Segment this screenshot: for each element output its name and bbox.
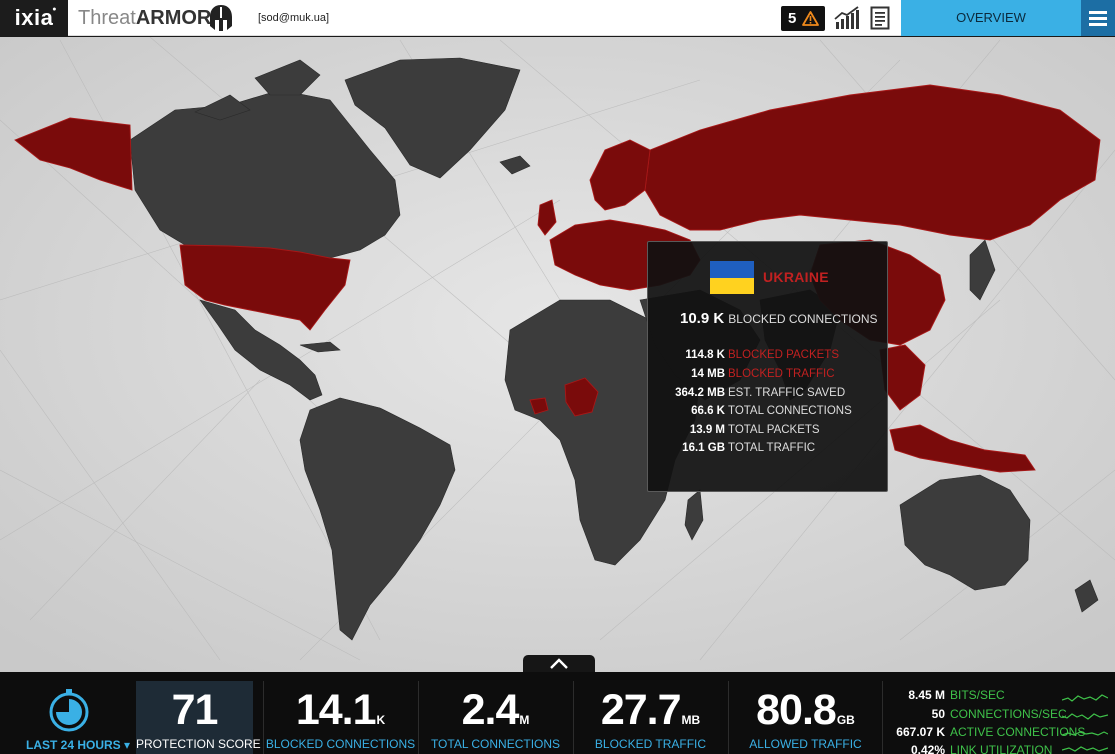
row-label: BLOCKED TRAFFIC [728,368,835,380]
row-value: 14 MB [691,368,725,380]
row-label: BLOCKED PACKETS [728,349,839,361]
account-label: [sod@muk.ua] [258,12,330,24]
product-name-bold: ARMOR [135,7,212,29]
row-value: 66.6 K [691,405,725,417]
logo-trademark: ● [52,6,57,13]
kpi-number: 14.1 [295,686,377,734]
kpi-number: 80.8 [756,686,837,734]
kpi-value: 2.4M [419,686,572,735]
tooltip-row-total-traffic: 16.1 GB TOTAL TRAFFIC [648,442,889,460]
alerts-button[interactable]: 5 [781,6,825,31]
row-value: 13.9 M [689,424,725,436]
menu-icon-bar [1089,23,1107,26]
tooltip-main-stat: 10.9 K BLOCKED CONNECTIONS [680,310,878,327]
world-map[interactable] [0,37,1115,672]
row-value: 16.1 GB [682,442,725,454]
sparkline-connections [1062,713,1108,720]
top-bar: ixia ● ThreatARMOR [sod@muk.ua] 5 OVERVI… [0,0,1115,36]
kpi-unit: MB [681,713,701,727]
tooltip-row-total-packets: 13.9 M TOTAL PACKETS [648,424,889,442]
live-value: 8.45 M [908,688,945,702]
chevron-up-icon [550,658,568,669]
live-label: LINK UTILIZATION [950,743,1053,754]
blocked-connections-label: BLOCKED CONNECTIONS [728,312,878,326]
country-tooltip: UKRAINE 10.9 K BLOCKED CONNECTIONS 114.8 … [647,241,888,492]
row-value: 114.8 K [685,349,725,361]
menu-icon-bar [1089,11,1107,14]
blocked-traffic-kpi[interactable]: 27.7MB BLOCKED TRAFFIC [574,672,727,754]
threat-armor-dashboard: ixia ● ThreatARMOR [sod@muk.ua] 5 OVERVI… [0,0,1115,754]
helmet-icon [210,5,232,31]
stats-footer: LAST 24 HOURS ▾ 71 PROTECTION SCORE 14.1… [0,672,1115,754]
row-label: TOTAL PACKETS [728,424,820,436]
live-label: CONNECTIONS/SEC [950,707,1067,721]
protection-score: 71 PROTECTION SCORE [136,672,261,754]
blocked-connections-value: 10.9 K [680,310,725,327]
warning-icon [802,11,819,26]
kpi-number: 2.4 [461,686,520,734]
kpi-unit: M [519,713,530,727]
live-value: 50 [931,707,945,721]
product-name-light: Threat [78,7,136,29]
world-map-canvas [0,37,1115,672]
row-label: TOTAL CONNECTIONS [728,405,852,417]
protection-score-label: PROTECTION SCORE [136,737,261,751]
kpi-value: 14.1K [264,686,417,735]
live-value: 667.07 K [896,725,945,739]
live-label: BITS/SEC [950,688,1005,702]
sparkline-bits [1062,694,1108,702]
kpi-unit: GB [836,713,855,727]
expand-panel-button[interactable] [523,655,595,673]
kpi-value: 27.7MB [574,686,727,735]
tooltip-row-blocked-traffic: 14 MB BLOCKED TRAFFIC [648,368,889,386]
kpi-label: BLOCKED TRAFFIC [594,737,707,751]
menu-icon-bar [1089,17,1107,20]
kpi-label: BLOCKED CONNECTIONS [265,737,416,751]
blocked-connections-kpi[interactable]: 14.1K BLOCKED CONNECTIONS [264,672,417,754]
ukraine-flag-icon [710,261,754,294]
ixia-logo[interactable]: ixia ● [0,0,68,36]
menu-icon[interactable] [1081,0,1115,36]
kpi-value: 80.8GB [729,686,882,735]
stopwatch-icon [49,689,89,732]
tooltip-row-traffic-saved: 364.2 MB EST. TRAFFIC SAVED [648,387,889,405]
report-icon[interactable] [870,6,890,30]
tooltip-row-blocked-packets: 114.8 K BLOCKED PACKETS [648,349,889,367]
alert-count: 5 [788,10,797,27]
kpi-unit: K [376,713,386,727]
flag-blue-stripe [710,261,754,278]
time-range-selector[interactable]: LAST 24 HOURS ▾ [26,738,130,752]
kpi-number: 27.7 [600,686,682,734]
kpi-label: TOTAL CONNECTIONS [430,737,561,751]
protection-score-value: 71 [171,686,219,734]
allowed-traffic-kpi[interactable]: 80.8GB ALLOWED TRAFFIC [729,672,882,754]
product-name: ThreatARMOR [78,0,211,36]
flag-yellow-stripe [710,277,754,294]
tooltip-row-total-connections: 66.6 K TOTAL CONNECTIONS [648,405,889,423]
stats-icon[interactable] [834,6,860,30]
row-label: EST. TRAFFIC SAVED [728,387,846,399]
kpi-label: ALLOWED TRAFFIC [749,737,862,751]
sparkline-utilization [1062,746,1108,752]
overview-tab[interactable]: OVERVIEW [901,0,1081,36]
sparkline-active [1062,731,1108,736]
country-name: UKRAINE [763,269,829,285]
live-value: 0.42% [910,743,945,754]
row-label: TOTAL TRAFFIC [728,442,816,454]
logo-text: ixia [14,5,54,30]
row-value: 364.2 MB [675,387,725,399]
total-connections-kpi[interactable]: 2.4M TOTAL CONNECTIONS [419,672,572,754]
